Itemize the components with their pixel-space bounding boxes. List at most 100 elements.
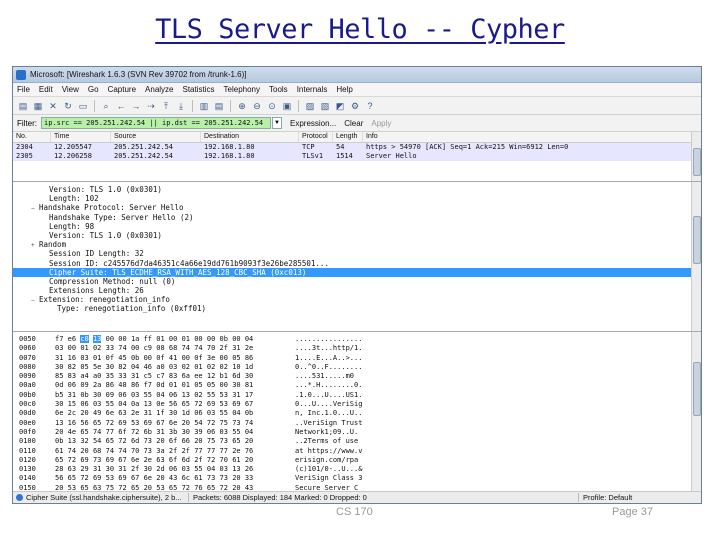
menu-item-file[interactable]: File <box>17 85 30 94</box>
capture-filter-icon[interactable]: ▨ <box>304 100 316 112</box>
hex-byte[interactable]: 00 <box>232 335 240 343</box>
hex-byte[interactable]: 01 <box>93 354 101 362</box>
hex-byte[interactable]: 20 <box>232 474 240 482</box>
hex-byte[interactable]: 31 <box>232 344 240 352</box>
hex-byte[interactable]: 6e <box>106 409 114 417</box>
menu-item-statistics[interactable]: Statistics <box>183 85 215 94</box>
status-icon[interactable] <box>16 494 23 501</box>
hex-byte[interactable]: 33 <box>118 372 126 380</box>
hex-byte[interactable]: b1 <box>220 372 228 380</box>
hex-byte[interactable]: 04 <box>245 335 253 343</box>
hex-row[interactable]: 00c0 30 15 06 03 55 04 0a 13 0e 56 65 72 … <box>13 400 701 409</box>
detail-row[interactable]: + Random <box>13 240 701 249</box>
hex-byte[interactable]: 73 <box>232 419 240 427</box>
hex-byte[interactable]: 63 <box>156 456 164 464</box>
hex-byte[interactable]: 73 <box>207 474 215 482</box>
hex-byte[interactable]: 72 <box>118 437 126 445</box>
hex-byte[interactable]: 31 <box>232 391 240 399</box>
hex-byte[interactable]: 30 <box>106 363 114 371</box>
back-icon[interactable]: ← <box>115 100 127 112</box>
hex-byte[interactable]: 1d <box>182 409 190 417</box>
hex-byte[interactable]: 1d <box>245 363 253 371</box>
hex-byte[interactable]: 6e <box>144 474 152 482</box>
menu-item-go[interactable]: Go <box>88 85 99 94</box>
menu-item-edit[interactable]: Edit <box>39 85 53 94</box>
menu-item-capture[interactable]: Capture <box>108 85 136 94</box>
hex-byte[interactable]: 13 <box>55 419 63 427</box>
hex-byte[interactable]: 06 <box>80 400 88 408</box>
hex-byte[interactable]: c5 <box>144 372 152 380</box>
hex-byte[interactable]: 0d <box>156 381 164 389</box>
expression-button[interactable]: Expression... <box>290 119 336 128</box>
hex-byte[interactable]: 05 <box>207 381 215 389</box>
hex-byte[interactable]: 2a <box>93 381 101 389</box>
hex-byte[interactable]: 3b <box>169 428 177 436</box>
hex-byte[interactable]: 05 <box>80 363 88 371</box>
hex-byte[interactable]: 31 <box>144 409 152 417</box>
hex-byte[interactable]: 31 <box>68 391 76 399</box>
hex-byte[interactable]: 66 <box>182 437 190 445</box>
hex-byte[interactable]: 0d <box>55 381 63 389</box>
detail-row[interactable]: Length: 98 <box>13 222 701 231</box>
hex-byte[interactable]: 00 <box>220 354 228 362</box>
detail-row[interactable]: Version: TLS 1.0 (0x0301) <box>13 231 701 240</box>
hex-row[interactable]: 0060 03 00 01 02 33 74 00 c9 08 68 74 74 … <box>13 344 701 353</box>
hex-byte[interactable]: 02 <box>182 363 190 371</box>
hex-byte[interactable]: 04 <box>131 363 139 371</box>
hex-byte[interactable]: 75 <box>207 437 215 445</box>
hex-byte[interactable]: 73 <box>144 447 152 455</box>
hex-row[interactable]: 0080 30 82 05 5e 30 82 04 46 a0 03 02 01 … <box>13 363 701 372</box>
hex-byte[interactable]: 55 <box>207 391 215 399</box>
hex-byte[interactable]: 3e <box>207 354 215 362</box>
hex-byte[interactable]: 83 <box>169 372 177 380</box>
column-header[interactable]: Source <box>111 132 201 142</box>
clear-button[interactable]: Clear <box>344 119 363 128</box>
hex-byte[interactable]: 03 <box>220 428 228 436</box>
hex-byte[interactable]: 30 <box>144 465 152 473</box>
hex-byte[interactable]: 69 <box>232 400 240 408</box>
hex-byte[interactable]: 53 <box>220 400 228 408</box>
hex-byte[interactable]: 04 <box>118 400 126 408</box>
hex-byte[interactable]: 72 <box>207 456 215 464</box>
hex-byte[interactable]: 0f <box>106 354 114 362</box>
hex-row[interactable]: 0140 56 65 72 69 53 69 67 6e 20 43 6c 61 … <box>13 474 701 483</box>
hex-byte[interactable]: 6c <box>182 474 190 482</box>
hex-byte[interactable]: 39 <box>194 428 202 436</box>
hex-byte[interactable]: c0 <box>80 335 89 343</box>
hex-byte[interactable]: 13 <box>68 437 76 445</box>
hex-byte[interactable]: 2f <box>194 456 202 464</box>
hex-byte[interactable]: 82 <box>68 363 76 371</box>
hex-byte[interactable]: 70 <box>207 344 215 352</box>
hex-byte[interactable]: 2e <box>131 409 139 417</box>
hex-byte[interactable]: 77 <box>194 447 202 455</box>
hex-byte[interactable]: 31 <box>156 428 164 436</box>
hex-byte[interactable]: 01 <box>182 335 190 343</box>
hex-byte[interactable]: 0f <box>194 354 202 362</box>
hex-byte[interactable]: 04 <box>232 409 240 417</box>
hex-byte[interactable]: 35 <box>106 372 114 380</box>
hex-byte[interactable]: 54 <box>194 419 202 427</box>
hex-byte[interactable]: 03 <box>80 354 88 362</box>
hex-byte[interactable]: 30 <box>55 363 63 371</box>
open-icon[interactable]: ▤ <box>17 100 29 112</box>
hex-byte[interactable]: 00 <box>131 344 139 352</box>
hex-byte[interactable]: 74 <box>118 447 126 455</box>
hex-byte[interactable]: 20 <box>55 428 63 436</box>
hex-byte[interactable]: 61 <box>194 474 202 482</box>
hex-byte[interactable]: 03 <box>131 391 139 399</box>
hex-byte[interactable]: 6d <box>232 372 240 380</box>
hex-byte[interactable]: 31 <box>55 354 63 362</box>
bottom-icon[interactable]: ⤓ <box>175 100 187 112</box>
hex-byte[interactable]: 2d <box>156 465 164 473</box>
hex-row[interactable]: 00f0 20 4e 65 74 77 6f 72 6b 31 3b 30 39 … <box>13 428 701 437</box>
hex-row[interactable]: 0100 0b 13 32 54 65 72 6d 73 20 6f 66 20 … <box>13 437 701 446</box>
top-icon[interactable]: ⤒ <box>160 100 172 112</box>
hex-byte[interactable]: 02 <box>93 344 101 352</box>
hex-byte[interactable]: 20 <box>194 437 202 445</box>
scrollbar-thumb[interactable] <box>693 148 701 176</box>
hex-byte[interactable]: 03 <box>169 363 177 371</box>
hex-byte[interactable]: 30 <box>55 400 63 408</box>
hex-byte[interactable]: 74 <box>106 447 114 455</box>
hex-byte[interactable]: 29 <box>80 465 88 473</box>
hex-byte[interactable]: 72 <box>207 419 215 427</box>
